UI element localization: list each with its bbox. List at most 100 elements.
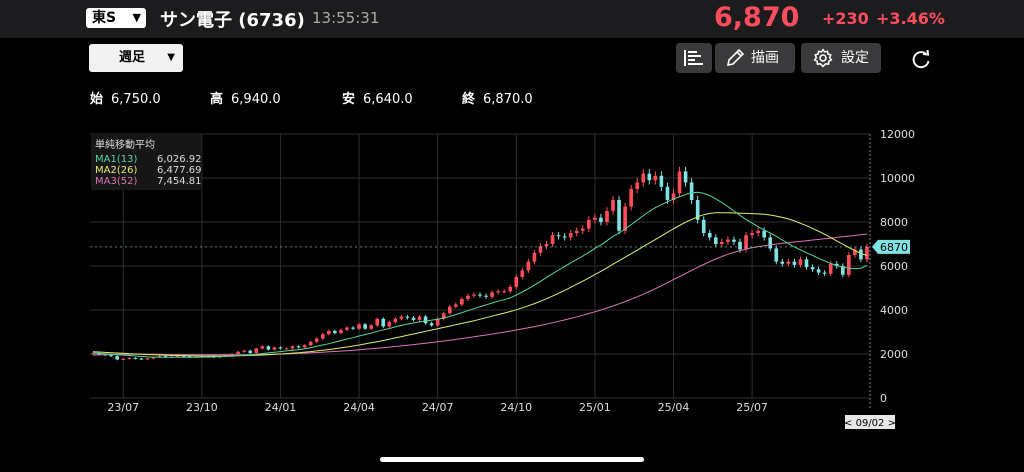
candle-body [822,272,827,274]
candle-body [587,219,591,229]
legend-ma1-value: 6,026.92 [157,154,202,165]
candle-body [623,206,627,231]
candle-body [345,327,349,330]
candle-body [447,306,452,314]
candle-body [381,318,386,327]
candle-body [786,261,791,264]
candle-body [544,244,549,247]
candle-body [780,261,785,264]
x-tick-label: 25/07 [736,401,768,414]
candle-body [296,346,301,348]
candle-body [804,259,809,268]
candle-body [333,330,337,334]
legend-ma3-label: MA3(52) [95,176,138,187]
candle-body [720,241,724,244]
ma1-line [92,191,868,358]
y-tick-label: 4000 [880,304,908,317]
candle-body [320,334,325,339]
candle-body [429,323,434,326]
candle-body [139,358,144,360]
candle-body [478,294,482,296]
candle-body [526,261,531,271]
x-tick-label: 25/01 [579,401,611,414]
candle-body [605,211,609,222]
candle-body [659,175,664,187]
candle-body [677,171,682,194]
candle-body [393,318,398,323]
candle-body [302,345,307,348]
candle-body [460,299,464,305]
candle-body [502,291,506,293]
candle-body [550,235,555,244]
candle-body [738,241,742,250]
candle-body [532,252,537,262]
x-tick-label: 23/10 [186,401,218,414]
y-tick-label: 2000 [880,348,908,361]
y-tick-label: 6000 [880,260,908,273]
candle-body [629,189,633,207]
legend-ma2-value: 6,477.69 [157,165,202,176]
x-tick-label: 25/04 [658,401,690,414]
x-tick-label: 24/04 [343,401,375,414]
candle-body [290,346,295,349]
candle-body [865,246,869,260]
candle-body [611,200,615,211]
candle-body [278,347,283,349]
candle-body [375,318,380,326]
candle-body [417,316,422,320]
candle-body [520,270,525,277]
candle-body [665,186,670,200]
candle-body [689,182,694,200]
candle-body [363,324,367,329]
candle-body [593,217,597,220]
candle-body [599,217,603,222]
candle-body [248,350,253,353]
candle-body [701,219,706,233]
candle-body [810,267,815,270]
candle-body [562,236,567,238]
candle-body [357,324,361,329]
candle-body [490,292,494,297]
candle-body [254,348,259,353]
candle-body [260,346,265,349]
candle-body [339,329,343,334]
x-tick-label: 24/07 [422,401,454,414]
last-price-label: 6870 [880,241,908,254]
candle-body [556,235,561,237]
candle-body [707,233,712,238]
candle-body [454,304,458,307]
candle-body [816,269,821,273]
candle-body [756,230,760,233]
candle-body [580,228,585,231]
y-tick-label: 8000 [880,216,908,229]
candle-body [133,357,138,359]
legend-ma3-value: 7,454.81 [157,176,202,187]
candle-body [641,173,646,183]
candle-body [91,353,95,355]
ma-legend: 単純移動平均 MA1(13) 6,026.92 MA2(26) 6,477.69… [91,134,202,190]
candle-body [272,347,277,350]
candle-body [774,248,779,262]
price-chart[interactable]: 0 2000 4000 6000 8000 10000 12000 23/07 23/10 24/… [0,0,1024,472]
candle-body [653,175,658,181]
candle-body [308,341,313,346]
candle-body [496,291,500,293]
candle-body [242,350,246,352]
candle-body [314,338,319,342]
candle-body [266,346,271,350]
candle-body [121,358,126,360]
candle-body [405,316,410,318]
candle-body [109,355,113,357]
home-indicator [380,457,644,462]
legend-title: 単純移動平均 [95,140,155,151]
candle-body [423,316,428,324]
candle-body [792,261,797,265]
y-tick-label: 0 [880,392,887,405]
x-tick-label: 24/10 [500,401,532,414]
candle-body [514,277,519,287]
y-tick-label: 12000 [880,128,915,141]
candle-body [508,286,513,292]
candle-body [635,182,640,189]
candle-body [115,356,120,360]
candle-body [369,325,373,329]
